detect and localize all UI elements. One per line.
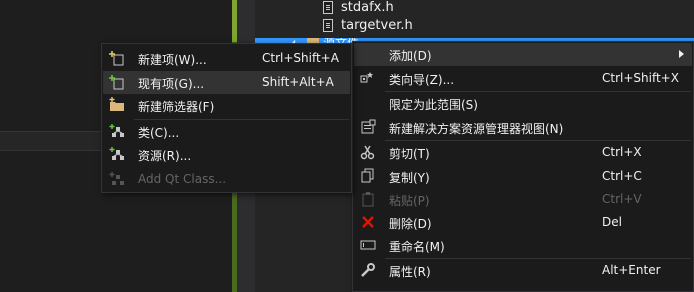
menu-item-label: 属性(R) [389,265,431,279]
menu-item-label: 新建项(W)... [138,53,207,67]
submenu-item-new-item[interactable]: 新建项(W)... Ctrl+Shift+A [103,47,350,70]
header-file-icon [323,0,333,14]
menu-item-label: 剪切(T) [389,147,430,161]
menu-item-label: 限定为此范围(S) [389,98,478,112]
resource-icon [109,147,124,160]
menu-item-new-explorer-view[interactable]: 新建解决方案资源管理器视图(N) [354,116,692,139]
menu-item-label: 类(C)... [138,126,180,140]
new-view-icon [361,119,376,134]
menu-item-label: Add Qt Class... [138,172,227,186]
menu-item-label: 粘贴(P) [389,194,430,208]
menu-item-copy[interactable]: 复制(Y) Ctrl+C [354,165,692,188]
menu-item-add[interactable]: 添加(D) [354,43,692,66]
submenu-item-resource[interactable]: 资源(R)... [103,143,350,166]
menu-item-label: 类向导(Z)... [389,73,455,87]
submenu-arrow-icon [679,50,684,58]
menu-item-delete[interactable]: 删除(D) Del [354,211,692,234]
new-filter-folder-icon [109,97,124,111]
menu-item-label: 复制(Y) [389,171,430,185]
menu-item-label: 重命名(M) [389,240,445,254]
menu-item-properties[interactable]: 属性(R) Alt+Enter [354,259,692,282]
menu-item-label: 新建筛选器(F) [138,100,215,114]
rename-icon [360,240,376,250]
wrench-icon [361,263,375,277]
tree-item-label: targetver.h [341,17,413,33]
tree-item-label: stdafx.h [341,0,394,15]
qt-class-icon [109,172,124,185]
menu-item-shortcut: Ctrl+Shift+X [602,71,679,85]
menu-item-shortcut: Ctrl+Shift+A [262,51,339,65]
context-menu: 添加(D) 类向导(Z)... Ctrl+Shift+X 限定为此范围(S) 新… [352,41,694,292]
class-wizard-icon [360,72,373,83]
submenu-item-add-qt-class: Add Qt Class... [103,168,350,191]
menu-item-class-wizard[interactable]: 类向导(Z)... Ctrl+Shift+X [354,67,692,90]
menu-item-shortcut: Ctrl+C [602,169,642,183]
scissors-icon [360,145,375,160]
copy-icon [361,168,374,183]
menu-item-shortcut: Del [602,215,622,229]
menu-item-scope-to-this[interactable]: 限定为此范围(S) [354,92,692,115]
menu-item-label: 添加(D) [389,49,432,63]
menu-item-label: 删除(D) [389,217,432,231]
menu-item-shortcut: Alt+Enter [602,263,661,277]
delete-x-icon [362,216,374,228]
existing-item-icon [109,75,124,90]
menu-item-label: 现有项(G)... [138,77,205,91]
new-item-icon [109,51,124,66]
menu-item-cut[interactable]: 剪切(T) Ctrl+X [354,141,692,164]
menu-item-rename[interactable]: 重命名(M) [354,234,692,257]
submenu-item-new-filter[interactable]: 新建筛选器(F) [103,94,350,117]
menu-item-shortcut: Ctrl+V [602,192,642,206]
header-file-icon [323,18,333,32]
paste-icon [362,192,374,207]
menu-item-paste: 粘贴(P) Ctrl+V [354,188,692,211]
menu-item-shortcut: Shift+Alt+A [262,75,334,89]
tree-item-targetver[interactable]: targetver.h [323,15,413,35]
menu-item-shortcut: Ctrl+X [602,145,642,159]
submenu-item-class[interactable]: 类(C)... [103,120,350,143]
class-icon [109,124,124,137]
menu-item-label: 资源(R)... [138,149,192,163]
add-submenu: 新建项(W)... Ctrl+Shift+A 现有项(G)... Shift+A… [101,43,352,193]
menu-item-label: 新建解决方案资源管理器视图(N) [389,122,564,136]
submenu-item-existing-item[interactable]: 现有项(G)... Shift+Alt+A [103,71,350,94]
current-line-highlight [0,131,102,151]
